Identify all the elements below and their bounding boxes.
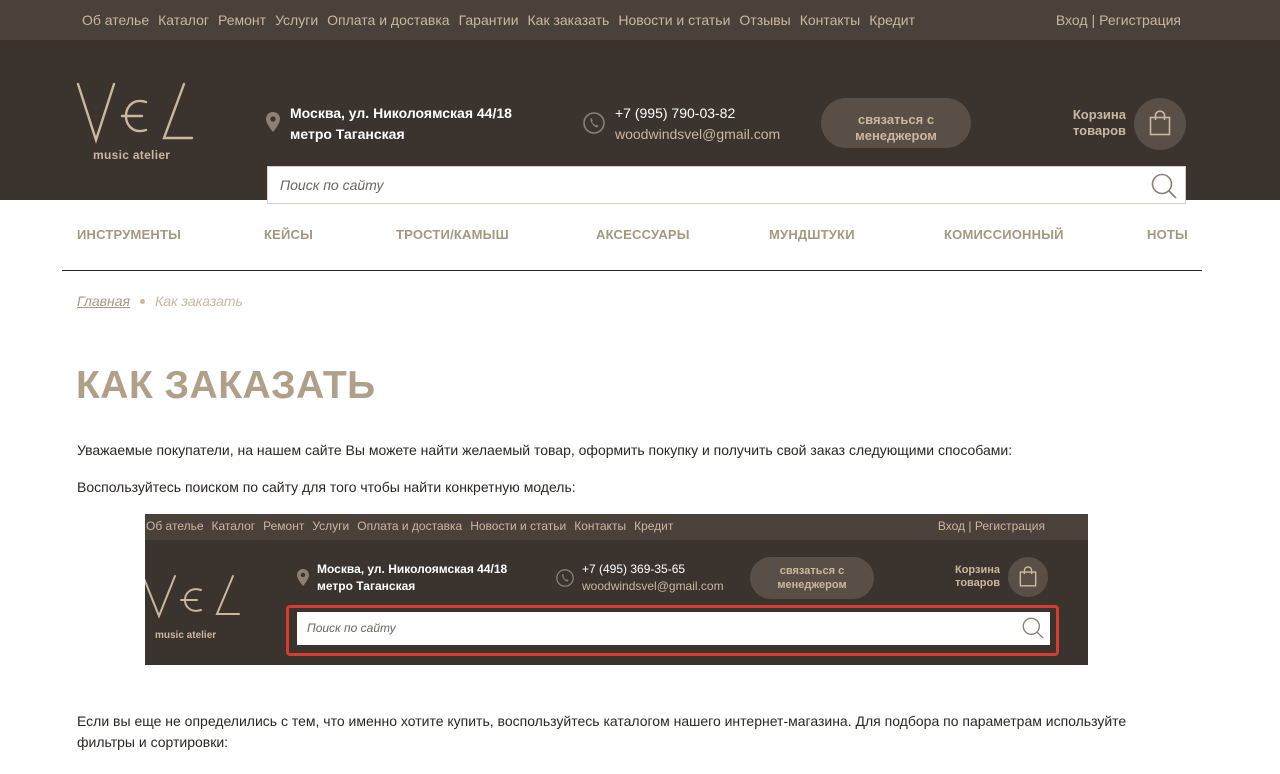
- page-title: КАК ЗАКАЗАТЬ: [76, 364, 376, 407]
- category-instruments[interactable]: ИНСТРУМЕНТЫ: [77, 227, 181, 243]
- breadcrumb: Главная Как заказать: [77, 293, 243, 309]
- top-nav-link-news[interactable]: Новости и статьи: [618, 11, 730, 29]
- contact-manager-button[interactable]: связаться с менеджером: [821, 98, 971, 148]
- top-nav-link-credit[interactable]: Кредит: [869, 11, 915, 29]
- email-link[interactable]: woodwindsvel@gmail.com: [615, 124, 780, 145]
- screenshot-manager-line-1: связаться с: [779, 565, 845, 577]
- login-link[interactable]: Вход: [1056, 12, 1088, 28]
- manager-line-2: менеджером: [855, 127, 937, 143]
- top-nav-link-catalog[interactable]: Каталог: [158, 11, 209, 29]
- shopping-bag-icon: [1149, 110, 1171, 136]
- cart-button[interactable]: [1134, 98, 1186, 150]
- screenshot-nav-item: Новости и статьи: [470, 519, 567, 533]
- screenshot-nav-item: Услуги: [312, 519, 350, 533]
- screenshot-map-pin-icon: [297, 569, 309, 586]
- screenshot-cart-button: [1008, 557, 1048, 597]
- cart-label-line-1: Корзина: [1072, 107, 1126, 122]
- top-bar: Об ателье Каталог Ремонт Услуги Оплата и…: [0, 0, 1280, 40]
- top-nav-link-reviews[interactable]: Отзывы: [739, 11, 790, 29]
- address-line-metro: метро Таганская: [290, 126, 405, 142]
- search-icon[interactable]: [1151, 173, 1177, 199]
- address-line-street: Москва, ул. Николоямская 44/18: [290, 105, 512, 121]
- manager-line-1: связаться с: [857, 111, 935, 127]
- screenshot-auth: Вход | Регистрация: [937, 519, 1045, 533]
- screenshot-logo-text: music atelier: [155, 630, 217, 641]
- screenshot-nav-item: Оплата и доставка: [357, 519, 463, 533]
- category-reeds[interactable]: ТРОСТИ/КАМЫШ: [396, 227, 509, 243]
- cart-label-line-2: товаров: [1072, 123, 1126, 138]
- screenshot-manager-button: связаться с менеджером: [750, 557, 874, 599]
- catalog-hint-paragraph: Если вы еще не определились с тем, что и…: [77, 713, 1127, 750]
- top-nav-link-contacts[interactable]: Контакты: [800, 11, 860, 29]
- category-mouthpieces[interactable]: МУНДШТУКИ: [769, 227, 855, 243]
- screenshot-address: Москва, ул. Николоямская 44/18 метро Таг…: [317, 561, 507, 595]
- screenshot-top-nav: Об ателье Каталог Ремонт Услуги Оплата и…: [146, 519, 681, 534]
- intro-paragraph: Уважаемые покупатели, на нашем сайте Вы …: [77, 442, 1013, 458]
- category-cases[interactable]: КЕЙСЫ: [264, 227, 313, 243]
- top-nav-link-payment[interactable]: Оплата и доставка: [327, 11, 449, 29]
- auth-links: Вход | Регистрация: [1056, 11, 1181, 29]
- screenshot-cart-line-2: товаров: [955, 577, 1000, 589]
- screenshot-nav-item: Контакты: [574, 519, 627, 533]
- screenshot-address-line-2: метро Таганская: [317, 579, 416, 593]
- category-accessories[interactable]: АКСЕССУАРЫ: [596, 227, 690, 243]
- screenshot-phone-icon: [556, 569, 574, 587]
- screenshot-nav-item: Каталог: [211, 519, 256, 533]
- register-link[interactable]: Регистрация: [1099, 12, 1181, 28]
- screenshot-top-bar: Об ателье Каталог Ремонт Услуги Оплата и…: [145, 514, 1088, 540]
- search-bar: [267, 166, 1186, 204]
- category-sheet-music[interactable]: НОТЫ: [1147, 227, 1188, 243]
- breadcrumb-current: Как заказать: [154, 293, 243, 309]
- screenshot-manager-line-2: менеджером: [777, 579, 847, 591]
- map-pin-icon: [266, 112, 280, 132]
- auth-separator: |: [1091, 12, 1096, 28]
- top-nav-link-about[interactable]: Об ателье: [82, 11, 149, 29]
- category-consignment[interactable]: КОМИССИОННЫЙ: [944, 227, 1064, 243]
- screenshot-search-highlight: [286, 605, 1059, 656]
- top-nav-link-repair[interactable]: Ремонт: [218, 11, 266, 29]
- screenshot-phone: +7 (495) 369-35-65: [582, 562, 686, 576]
- breadcrumb-home-link[interactable]: Главная: [77, 293, 130, 309]
- top-nav-link-warranty[interactable]: Гарантии: [459, 11, 519, 29]
- search-example-screenshot: Об ателье Каталог Ремонт Услуги Оплата и…: [145, 514, 1088, 665]
- store-address: Москва, ул. Николоямская 44/18 метро Таг…: [290, 103, 512, 145]
- top-nav-link-services[interactable]: Услуги: [275, 11, 318, 29]
- cart-label[interactable]: Корзина товаров: [1066, 107, 1126, 139]
- screenshot-nav-item: Об ателье: [146, 519, 204, 533]
- phone-link[interactable]: +7 (995) 790-03-82: [615, 103, 735, 124]
- screenshot-shopping-bag-icon: [1019, 566, 1037, 587]
- screenshot-address-line-1: Москва, ул. Николоямская 44/18: [317, 562, 508, 576]
- screenshot-nav-item: Кредит: [634, 519, 674, 533]
- top-nav: Об ателье Каталог Ремонт Услуги Оплата и…: [82, 11, 924, 29]
- search-hint-paragraph: Воспользуйтесь поиском по сайту для того…: [77, 479, 576, 495]
- top-nav-link-how-to-order[interactable]: Как заказать: [528, 11, 610, 29]
- screenshot-cart-label: Корзина товаров: [945, 564, 1000, 590]
- screenshot-cart-line-1: Корзина: [955, 564, 1000, 576]
- screenshot-nav-item: Ремонт: [263, 519, 305, 533]
- category-nav: ИНСТРУМЕНТЫ КЕЙСЫ ТРОСТИ/КАМЫШ АКСЕССУАР…: [62, 200, 1202, 271]
- search-input[interactable]: [268, 167, 1138, 203]
- screenshot-email: woodwindsvel@gmail.com: [582, 579, 724, 593]
- phone-icon: [583, 112, 605, 134]
- screenshot-vel-logo-icon: [145, 575, 240, 619]
- breadcrumb-separator: [139, 298, 145, 304]
- logo-text: music atelier: [93, 148, 171, 162]
- site-header: music atelier Москва, ул. Николоямская 4…: [0, 40, 1280, 204]
